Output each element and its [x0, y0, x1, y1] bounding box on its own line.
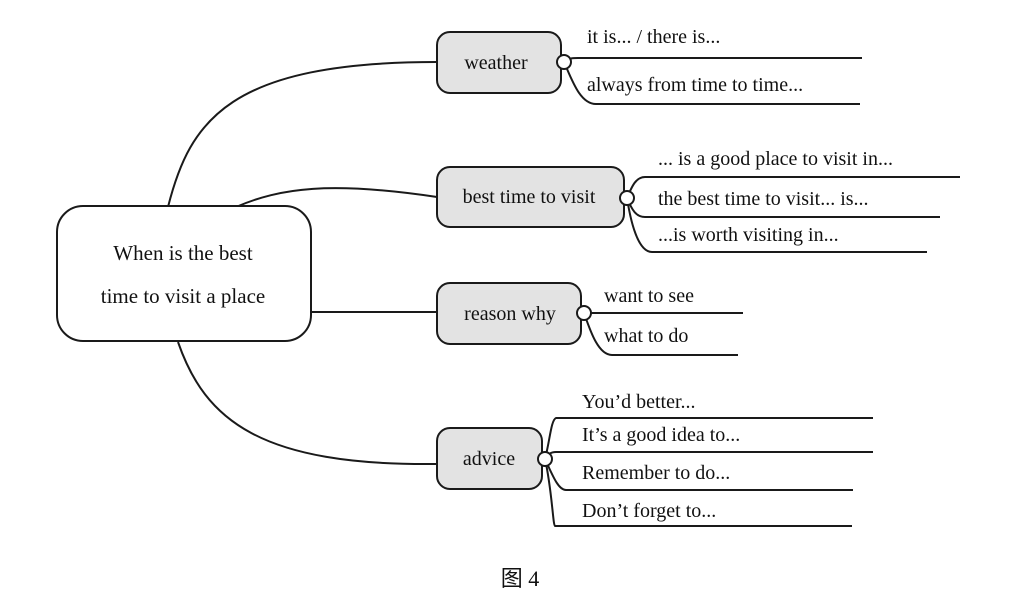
connector-best-time: [235, 187, 438, 208]
branch-advice: advice You’d better... It’s a good idea …: [436, 391, 873, 527]
branch-label: best time to visit: [463, 186, 596, 208]
branch-label: weather: [464, 52, 528, 74]
figure-caption: 图 4: [501, 566, 540, 591]
branch-weather: weather it is... / there is... always fr…: [436, 26, 862, 105]
connector-dot-icon: [537, 451, 553, 467]
leaf-text: ...is worth visiting in...: [658, 224, 839, 246]
leaf-text: Don’t forget to...: [582, 500, 716, 522]
branch-label: advice: [463, 448, 515, 470]
center-node-line1: When is the best: [113, 241, 253, 265]
leaf-text: what to do: [604, 325, 688, 347]
leaf-text: It’s a good idea to...: [582, 424, 740, 446]
leaf-connector: [544, 451, 873, 460]
connector-dot-icon: [619, 190, 635, 206]
leaf-connector: [563, 57, 862, 63]
center-node-box: [56, 205, 312, 342]
leaf-text: ... is a good place to visit in...: [658, 148, 893, 170]
connector-advice: [177, 341, 438, 466]
center-node: When is the best time to visit a place: [56, 205, 312, 342]
connector-dot-icon: [576, 305, 592, 321]
leaf-text: always from time to time...: [587, 74, 803, 96]
leaf-text: You’d better...: [582, 391, 696, 413]
leaf-text: the best time to visit... is...: [658, 188, 869, 210]
leaf-text: Remember to do...: [582, 462, 730, 484]
connector-dot-icon: [556, 54, 572, 70]
branch-reason-why: reason why want to see what to do: [436, 282, 743, 356]
connector-weather: [167, 61, 438, 208]
leaf-text: want to see: [604, 285, 694, 307]
mind-map: When is the best time to visit a place w…: [56, 26, 960, 591]
branch-best-time-to-visit: best time to visit ... is a good place t…: [436, 148, 960, 253]
center-node-line2: time to visit a place: [101, 284, 265, 308]
leaf-text: it is... / there is...: [587, 26, 720, 48]
branch-label: reason why: [464, 303, 556, 325]
